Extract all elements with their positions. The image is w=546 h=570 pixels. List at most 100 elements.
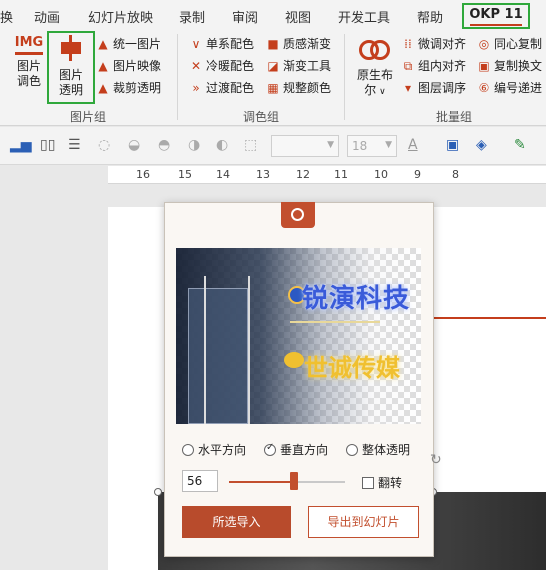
export-to-slide-button[interactable]: 导出到幻灯片 xyxy=(308,506,419,538)
target-icon: ◎ xyxy=(478,37,490,51)
overall-transparent-radio[interactable]: 整体透明 xyxy=(346,441,410,458)
transparency-slider[interactable] xyxy=(229,481,345,483)
single-color-label: 单系配色 xyxy=(206,37,255,51)
bar-chart-icon[interactable]: ▂▅ xyxy=(10,137,32,153)
picture-color-button[interactable]: IMG 图片 调色 xyxy=(12,36,46,89)
shape-icon[interactable]: ◌ xyxy=(98,137,110,153)
slider-thumb[interactable] xyxy=(290,472,298,490)
native-boolean-button[interactable]: 原生布 尔 ∨ xyxy=(354,36,396,100)
tab-transition[interactable]: 换 xyxy=(0,7,13,26)
gradient-tool-button[interactable]: ◪ 渐变工具 xyxy=(266,58,331,74)
tab-help[interactable]: 帮助 xyxy=(417,7,443,26)
font-color-icon[interactable]: A xyxy=(408,137,418,153)
radio-icon xyxy=(346,444,358,456)
crop-transparent-button[interactable]: ▲ 裁剪透明 xyxy=(96,80,161,96)
horizontal-direction-radio[interactable]: 水平方向 xyxy=(182,441,246,458)
tab-animation[interactable]: 动画 xyxy=(34,7,60,26)
concentric-copy-label: 同心复制 xyxy=(494,37,543,51)
picture-icon: ▲ xyxy=(98,37,108,51)
text-box-icon[interactable]: ▣ xyxy=(446,137,459,153)
group-align-label: 组内对齐 xyxy=(418,59,467,73)
layer-order-label: 图层调序 xyxy=(418,81,467,95)
chevron-down-icon: ▼ xyxy=(385,140,392,150)
radio-checked-icon xyxy=(264,442,276,456)
texture-gradient-label: 质感渐变 xyxy=(283,37,332,51)
cool-warm-button[interactable]: ✕ 冷暖配色 xyxy=(189,58,254,74)
shape-icon[interactable]: ◑ xyxy=(188,137,200,153)
ruler-tick: 16 xyxy=(136,168,150,181)
pin-button[interactable] xyxy=(281,202,315,228)
chevron-down-icon: ∨ xyxy=(191,37,201,51)
rotate-icon[interactable]: ↻ xyxy=(430,452,442,468)
picture-reflection-button[interactable]: ▲ 图片映像 xyxy=(96,58,161,74)
resize-handle[interactable] xyxy=(154,488,162,496)
chevron-down-icon: ∨ xyxy=(376,87,386,97)
copy-text-button[interactable]: ▣ 复制换文 xyxy=(477,58,542,74)
preview-sign-text-2: 世诚传媒 xyxy=(304,354,400,382)
chevron-down-icon: ▼ xyxy=(327,140,334,150)
picture-transparent-label-1: 图片 xyxy=(58,68,83,82)
fill-color-icon[interactable]: ◈ xyxy=(476,137,487,153)
group-divider xyxy=(344,34,345,120)
picture-transparent-button[interactable]: 图片 透明 xyxy=(47,31,95,104)
group-align-button[interactable]: ⧉ 组内对齐 xyxy=(401,58,466,74)
align-center-icon[interactable]: ☰ xyxy=(68,137,81,153)
ruler-tick: 13 xyxy=(256,168,270,181)
overall-transparent-label: 整体透明 xyxy=(362,443,411,457)
gradient-icon: ◪ xyxy=(267,59,279,73)
img-icon-bar xyxy=(15,52,43,55)
shape-icon[interactable]: ◒ xyxy=(128,137,140,153)
cool-warm-label: 冷暖配色 xyxy=(206,59,255,73)
radio-icon xyxy=(182,444,194,456)
tab-slideshow[interactable]: 幻灯片放映 xyxy=(88,7,153,26)
single-color-button[interactable]: ∨ 单系配色 xyxy=(189,36,254,52)
tab-okp[interactable]: OKP 11 xyxy=(462,3,530,29)
picture-transparent-label-2: 透明 xyxy=(58,83,83,97)
transition-color-label: 过渡配色 xyxy=(206,81,255,95)
picture-color-label-2: 调色 xyxy=(16,74,41,88)
ribbon-panel: IMG 图片 调色 图片 透明 ▲ 统一图片 ▲ 图片映像 ▲ 裁剪透明 图片组 ∨ 单… xyxy=(0,30,546,126)
transparent-icon xyxy=(49,33,93,63)
img-icon: IMG xyxy=(14,35,44,50)
import-selected-button[interactable]: 所选导入 xyxy=(182,506,291,538)
ruler-tick: 9 xyxy=(414,168,421,181)
tab-record[interactable]: 录制 xyxy=(179,7,205,26)
unify-picture-button[interactable]: ▲ 统一图片 xyxy=(96,36,161,52)
unify-picture-label: 统一图片 xyxy=(113,37,162,51)
tab-review[interactable]: 审阅 xyxy=(232,7,258,26)
distribute-icon[interactable]: ▯▯ xyxy=(40,137,55,153)
group-divider xyxy=(177,34,178,120)
flip-checkbox[interactable]: 翻转 xyxy=(362,474,402,491)
align-icon: ⁞⁞ xyxy=(404,37,412,51)
number-increment-button[interactable]: ⑥ 编号递进 xyxy=(477,80,542,96)
fine-align-label: 微调对齐 xyxy=(418,37,467,51)
circle-icon xyxy=(291,208,304,221)
pen-icon[interactable]: ✎ xyxy=(514,137,526,153)
fine-align-button[interactable]: ⁞⁞ 微调对齐 xyxy=(401,36,466,52)
transparency-value-input[interactable]: 56 xyxy=(182,470,218,492)
font-size-select[interactable]: 18 ▼ xyxy=(347,135,397,157)
native-boolean-label-1: 原生布 xyxy=(356,68,393,82)
preview-frame xyxy=(248,276,250,424)
crop-icon[interactable]: ⬚ xyxy=(244,137,257,153)
native-boolean-label-2-text: 尔 xyxy=(364,83,377,97)
double-chevron-icon: » xyxy=(192,81,200,95)
shape-icon[interactable]: ◐ xyxy=(216,137,228,153)
texture-gradient-button[interactable]: ■ 质感渐变 xyxy=(266,36,331,52)
tab-okp-label: OKP 11 xyxy=(469,7,523,22)
normalize-color-button[interactable]: ▦ 规整颜色 xyxy=(266,80,331,96)
native-boolean-label-2: 尔 ∨ xyxy=(354,83,396,100)
shape-icon[interactable]: ◓ xyxy=(158,137,170,153)
transition-color-button[interactable]: » 过渡配色 xyxy=(189,80,254,96)
layer-icon: ▾ xyxy=(404,81,412,95)
copy-icon: ▣ xyxy=(478,59,490,73)
tab-view[interactable]: 视图 xyxy=(285,7,311,26)
vertical-direction-radio[interactable]: 垂直方向 xyxy=(264,441,328,458)
concentric-copy-button[interactable]: ◎ 同心复制 xyxy=(477,36,542,52)
preview-sign-text-1: 锐演科技 xyxy=(302,284,411,314)
tab-developer[interactable]: 开发工具 xyxy=(338,7,390,26)
font-family-select[interactable]: ▼ xyxy=(271,135,339,157)
color-group-label: 调色组 xyxy=(243,110,280,124)
layer-order-button[interactable]: ▾ 图层调序 xyxy=(401,80,466,96)
slide-red-line xyxy=(430,317,546,319)
